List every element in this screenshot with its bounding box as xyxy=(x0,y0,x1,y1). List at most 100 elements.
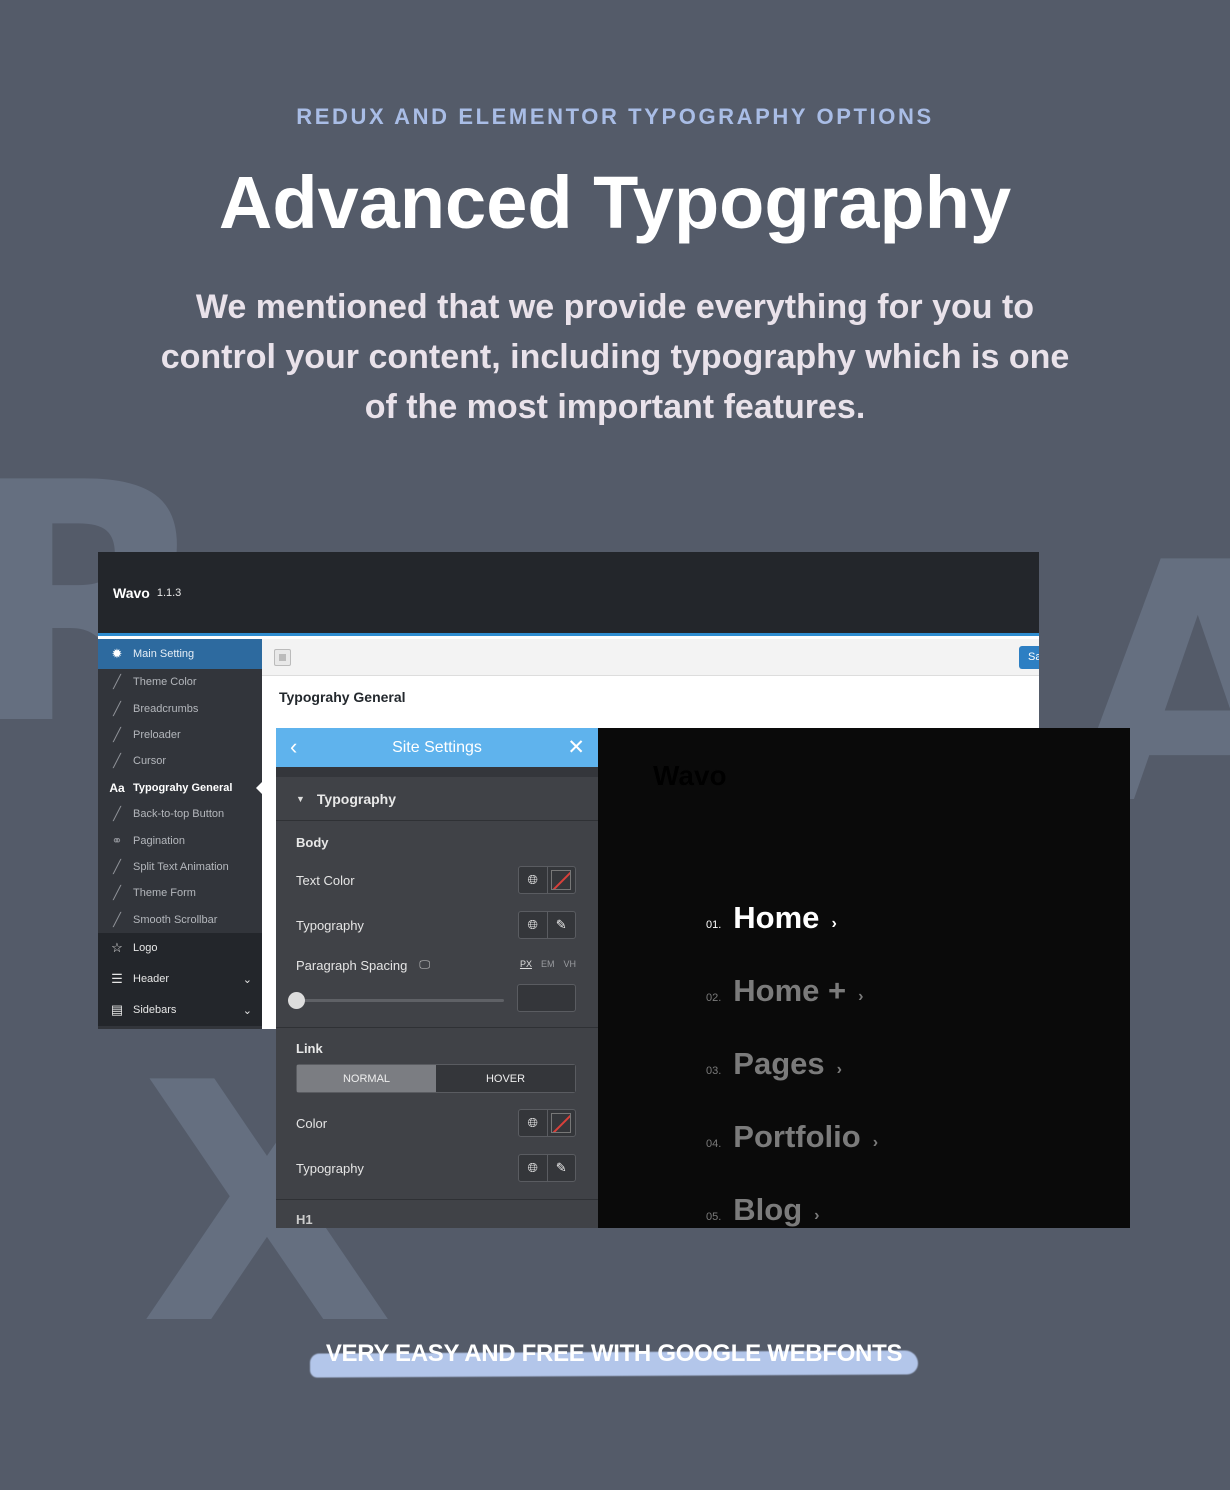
chevron-right-icon: › xyxy=(814,1207,820,1224)
sidebar-item-cursor[interactable]: ╱ Cursor xyxy=(98,748,262,774)
star-icon: ☆ xyxy=(111,940,123,956)
pencil-icon[interactable]: ✎ xyxy=(546,1155,576,1181)
menu-item-portfolio[interactable]: 04. Portfolio › xyxy=(706,1119,878,1155)
redux-header: Wavo 1.1.3 xyxy=(98,552,1039,636)
chevron-down-icon[interactable]: ⌄ xyxy=(243,973,252,986)
redux-sidebar: ✹ Main Setting ╱ Theme Color ╱ Breadcrumbs … xyxy=(98,639,262,1029)
menu-item-blog[interactable]: 05. Blog › xyxy=(706,1192,820,1228)
sidebar-item-theme-form[interactable]: ╱ Theme Form xyxy=(98,880,262,906)
font-icon: Aa xyxy=(109,780,125,795)
sidebar-item-preloader[interactable]: ╱ Preloader xyxy=(98,722,262,748)
section-title: Typography xyxy=(316,790,396,807)
toggle-panel-button[interactable] xyxy=(274,649,291,666)
slider-track[interactable] xyxy=(296,999,504,1002)
globe-icon[interactable]: 🌐︎ xyxy=(519,1155,547,1181)
menu-icon: ☰ xyxy=(111,971,123,987)
paragraph-spacing-input[interactable] xyxy=(517,984,576,1012)
sidebar-item-theme-color[interactable]: ╱ Theme Color xyxy=(98,669,262,695)
sidebar-item-logo[interactable]: ☆ Logo xyxy=(98,932,262,964)
unit-switcher: PX EM VH xyxy=(520,959,576,969)
group-label-body: Body xyxy=(296,835,329,850)
brush-icon: ╱ xyxy=(113,858,121,874)
sidebar-item-label: Main Setting xyxy=(133,648,195,660)
chevron-right-icon: › xyxy=(872,1134,879,1151)
footer-text: VERY EASY AND FREE WITH GOOGLE WEBFONTS xyxy=(325,1340,903,1367)
site-preview: Wavo 01. Home › 02. Home + › 03. Pages ›… xyxy=(598,728,1130,1228)
menu-label: Blog xyxy=(733,1192,803,1227)
brush-icon: ╱ xyxy=(113,885,121,901)
control-label: Color xyxy=(296,1116,328,1131)
redux-brand: Wavo xyxy=(113,584,150,601)
desktop-icon[interactable]: 🖵︎ xyxy=(419,959,430,972)
control-label: Typography xyxy=(296,1161,364,1176)
menu-number: 03. xyxy=(706,1065,722,1077)
menu-item-home-plus[interactable]: 02. Home + › xyxy=(706,973,863,1009)
section-toggle-typography[interactable]: ▼ Typography xyxy=(276,777,598,821)
color-picker-button[interactable] xyxy=(546,1110,576,1136)
sidebar-item-main-setting[interactable]: ✹ Main Setting xyxy=(98,639,262,669)
menu-number: 02. xyxy=(706,992,722,1004)
control-label: Paragraph Spacing xyxy=(296,957,408,973)
sidebar-item-label: Sidebars xyxy=(133,1004,177,1017)
menu-item-pages[interactable]: 03. Pages › xyxy=(706,1046,842,1082)
save-button[interactable]: Save xyxy=(1019,646,1039,669)
close-icon[interactable]: ✕ xyxy=(567,735,585,760)
sidebar-item-label: Back-to-top Button xyxy=(133,808,225,821)
sidebar-item-label: Smooth Scrollbar xyxy=(133,913,218,926)
sidebar-item-smooth-scrollbar[interactable]: ╱ Smooth Scrollbar xyxy=(98,907,262,933)
link-state-tabs: NORMAL HOVER xyxy=(296,1064,576,1093)
sidebar-item-breadcrumbs[interactable]: ╱ Breadcrumbs xyxy=(98,695,262,721)
control-link-typography: Typography 🌐︎ ✎ xyxy=(276,1146,598,1191)
empty-color-swatch xyxy=(551,1113,572,1133)
sidebar-item-label: Cursor xyxy=(133,755,167,768)
elementor-site-settings-panel: ‹ Site Settings ✕ ▼ Typography Body Text… xyxy=(276,728,598,1228)
color-picker-button[interactable] xyxy=(546,867,576,893)
control-label: Typography xyxy=(296,918,364,933)
globe-icon[interactable]: 🌐︎ xyxy=(519,912,547,938)
unit-vh[interactable]: VH xyxy=(563,959,576,969)
sidebar-item-back-to-top[interactable]: ╱ Back-to-top Button xyxy=(98,801,262,827)
tab-hover[interactable]: HOVER xyxy=(436,1065,575,1092)
menu-number: 01. xyxy=(706,919,722,931)
tab-normal[interactable]: NORMAL xyxy=(297,1065,436,1092)
chevron-right-icon: › xyxy=(858,988,864,1005)
redux-version: 1.1.3 xyxy=(156,586,182,599)
chevron-right-icon: › xyxy=(831,915,837,932)
chevron-left-icon[interactable]: ‹ xyxy=(290,734,297,760)
sidebar-item-split-text[interactable]: ╱ Split Text Animation xyxy=(98,854,262,880)
globe-icon[interactable]: 🌐︎ xyxy=(519,867,547,893)
page-title: Advanced Typography xyxy=(218,161,1012,244)
menu-label: Pages xyxy=(733,1046,825,1081)
unit-em[interactable]: EM xyxy=(541,959,555,969)
sidebar-item-typography-general[interactable]: Aa Typograhy General xyxy=(98,775,262,801)
sidebar-item-label: Theme Form xyxy=(133,887,196,900)
sidebar-item-pagination[interactable]: ⚭ Pagination xyxy=(98,827,262,853)
sidebar-item-label: Breadcrumbs xyxy=(133,702,199,715)
sidebar-item-label: Header xyxy=(133,973,170,986)
menu-item-home[interactable]: 01. Home › xyxy=(706,900,837,936)
menu-number: 05. xyxy=(706,1211,722,1223)
brush-icon: ╱ xyxy=(113,911,121,927)
slider-handle[interactable] xyxy=(288,992,305,1009)
sidebar-item-sidebars[interactable]: ▤ Sidebars ⌄ xyxy=(98,994,262,1026)
sidebar-item-label: Logo xyxy=(133,942,158,955)
redux-toolbar: Save xyxy=(262,639,1039,676)
sidebar-item-header[interactable]: ☰ Header ⌄ xyxy=(98,963,262,995)
link-icon: ⚭ xyxy=(111,832,123,848)
sidebar-item-label: Typograhy General xyxy=(133,781,233,794)
sidebar-item-label: Preloader xyxy=(133,728,181,741)
panel-header: ‹ Site Settings ✕ xyxy=(276,728,598,767)
menu-label: Home + xyxy=(733,973,847,1008)
globe-icon[interactable]: 🌐︎ xyxy=(519,1110,547,1136)
pencil-icon[interactable]: ✎ xyxy=(546,912,576,938)
footer-callout: VERY EASY AND FREE WITH GOOGLE WEBFONTS xyxy=(309,1338,919,1380)
sidebar-item-label: Split Text Animation xyxy=(133,860,229,873)
chevron-right-icon: › xyxy=(836,1061,842,1078)
unit-px[interactable]: PX xyxy=(520,959,532,969)
chevron-down-icon[interactable]: ⌄ xyxy=(243,1004,252,1017)
group-label-h1: H1 xyxy=(296,1212,313,1227)
sidebar-item-label: Pagination xyxy=(133,834,185,847)
sidebar-item-label: Theme Color xyxy=(133,676,197,689)
menu-number: 04. xyxy=(706,1138,722,1150)
group-label-link: Link xyxy=(296,1041,323,1056)
